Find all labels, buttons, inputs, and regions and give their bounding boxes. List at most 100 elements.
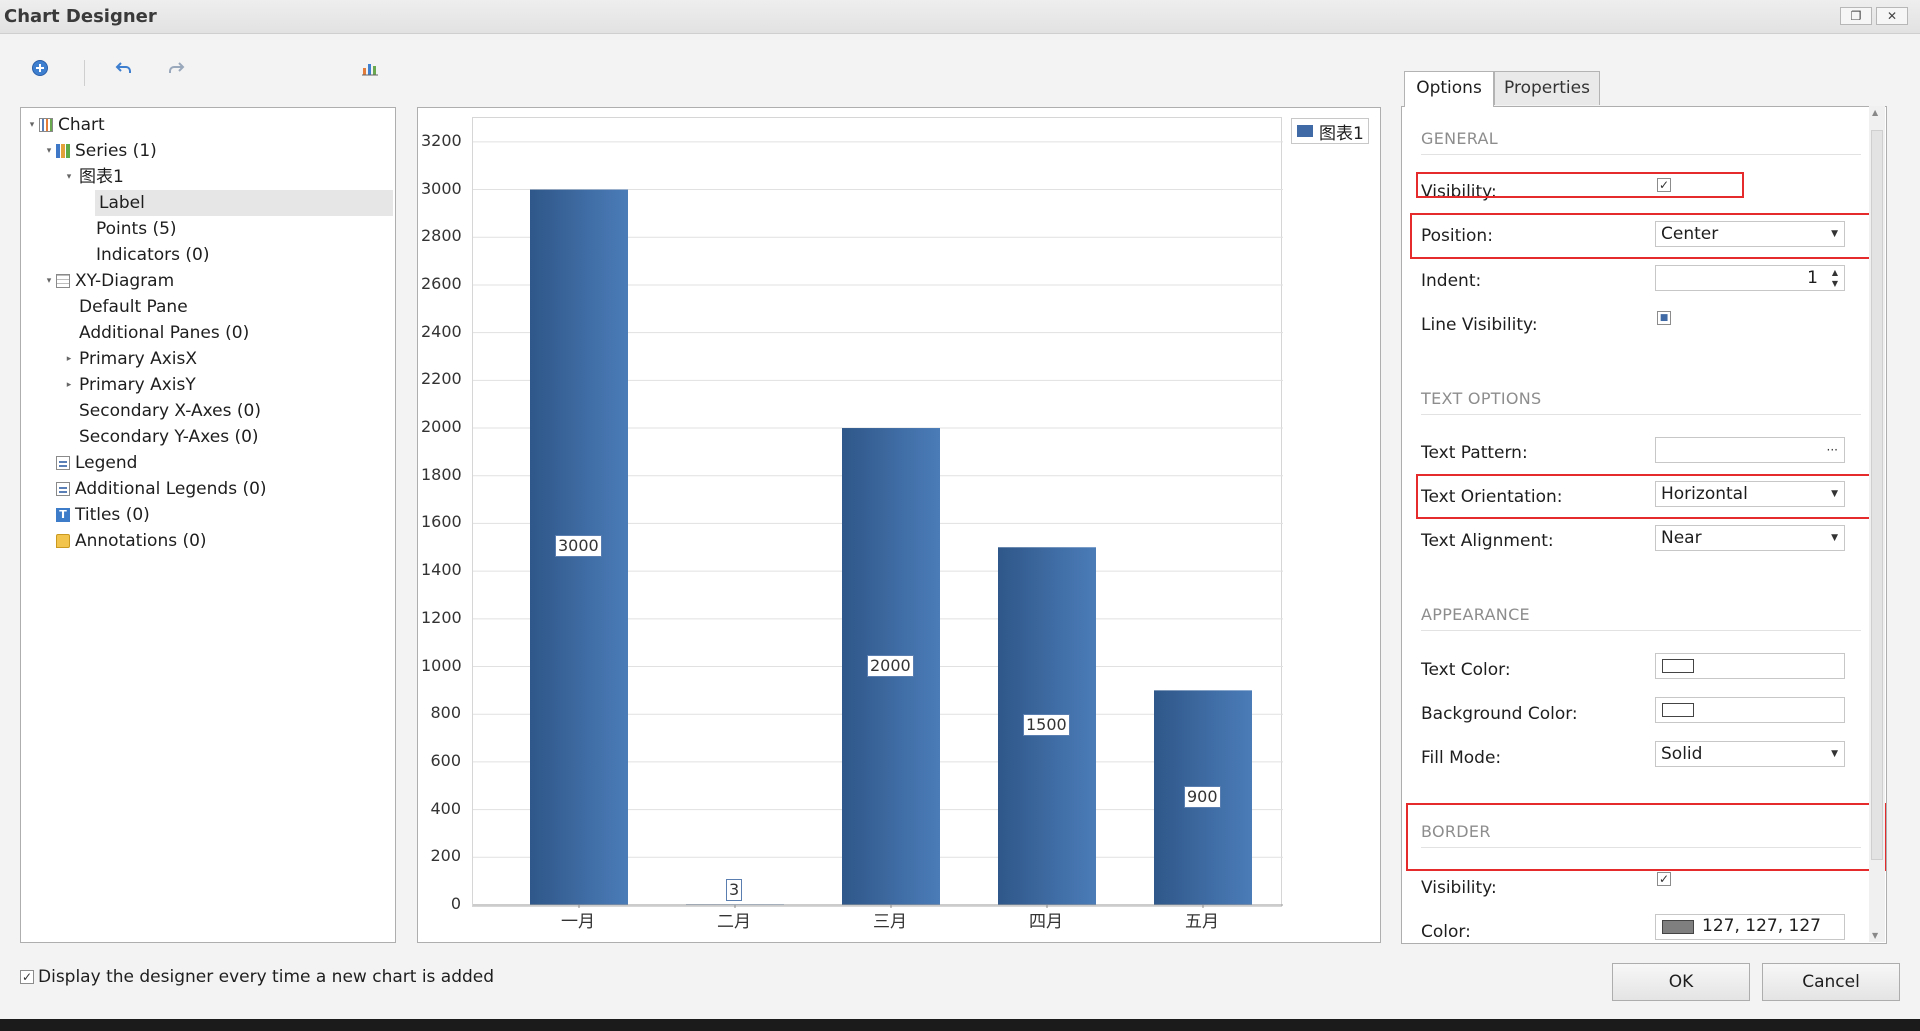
tree-node-label: Additional Panes (0) — [79, 323, 250, 343]
indent-label: Indent: — [1421, 271, 1482, 291]
scroll-up-icon[interactable]: ▲ — [1872, 108, 1878, 117]
tree-node[interactable]: ▸ Primary AxisY — [59, 372, 196, 398]
background-color-label: Background Color: — [1421, 704, 1578, 724]
scroll-thumb[interactable] — [1871, 130, 1883, 860]
indent-spinner[interactable]: 1 ▲ ▼ — [1655, 265, 1845, 291]
tree-node[interactable]: ▾ 图表1 — [59, 164, 124, 190]
expand-icon[interactable]: ▸ — [59, 346, 79, 372]
color-swatch — [1662, 659, 1694, 673]
legend-swatch — [1297, 125, 1313, 137]
section-divider — [1421, 630, 1861, 631]
tree-panel: ▾ Chart ▾ Series (1) ▾ 图表1 Label Points (5) Indi… — [20, 107, 396, 943]
undo-icon[interactable] — [114, 58, 134, 78]
legend-icon — [56, 482, 70, 496]
tree-node-label: Label — [99, 193, 145, 213]
tree-node-label: Secondary Y-Axes (0) — [79, 427, 259, 447]
show-designer-label: Display the designer every time a new ch… — [38, 967, 495, 987]
bar-value-label: 3 — [726, 879, 743, 901]
y-tick-label: 800 — [430, 703, 461, 723]
tree-node[interactable]: ▾ Series (1) — [42, 138, 157, 164]
ok-button[interactable]: OK — [1612, 963, 1750, 1001]
text-alignment-value: Near — [1661, 528, 1702, 548]
ellipsis-button[interactable]: ··· — [1827, 438, 1838, 462]
highlight-box — [1416, 474, 1880, 519]
tree-node[interactable]: Legend — [42, 450, 137, 476]
bar-value-label: 2000 — [867, 654, 914, 677]
y-tick-label: 400 — [430, 798, 461, 818]
x-tick-label: 五月 — [1185, 912, 1219, 932]
bar-value-label: 1500 — [1023, 714, 1070, 737]
highlight-box — [1416, 172, 1744, 198]
tree-node-label: Points (5) — [96, 219, 177, 239]
tree-node[interactable]: Indicators (0) — [76, 242, 209, 268]
fill-mode-combo[interactable]: Solid ▼ — [1655, 741, 1845, 767]
tree-node[interactable]: Points (5) — [76, 216, 177, 242]
chart-diagram[interactable] — [472, 117, 1283, 908]
chart-wizard-icon[interactable] — [360, 58, 380, 78]
tree-node[interactable]: T Titles (0) — [42, 502, 150, 528]
y-tick-label: 1000 — [421, 655, 462, 675]
text-pattern-field[interactable]: ··· — [1655, 437, 1845, 463]
expand-icon[interactable]: ▸ — [59, 372, 79, 398]
x-tick-label: 四月 — [1029, 912, 1063, 932]
show-designer-checkbox[interactable]: ✓ — [20, 970, 34, 984]
cancel-button[interactable]: Cancel — [1762, 963, 1900, 1001]
tab-options[interactable]: Options — [1404, 71, 1494, 107]
color-swatch — [1662, 703, 1694, 717]
x-tick-label: 一月 — [561, 912, 595, 932]
legend-label: 图表1 — [1319, 123, 1364, 144]
tree-node[interactable]: ▾ XY-Diagram — [42, 268, 174, 294]
y-tick-label: 2400 — [421, 321, 462, 341]
border-color-picker[interactable]: 127, 127, 127 — [1655, 914, 1845, 940]
chart-legend[interactable]: 图表1 — [1291, 118, 1369, 144]
y-tick-label: 2000 — [421, 417, 462, 437]
close-button[interactable]: ✕ — [1876, 7, 1908, 25]
y-tick-label: 1400 — [421, 560, 462, 580]
tree-node-label: Primary AxisX — [79, 349, 198, 369]
chart-icon — [39, 118, 53, 132]
collapse-icon[interactable]: ▾ — [59, 164, 79, 190]
tree-node-label: Annotations (0) — [75, 531, 207, 551]
tree-node[interactable]: Secondary Y-Axes (0) — [59, 424, 259, 450]
y-tick-label: 1800 — [421, 464, 462, 484]
y-tick-label: 600 — [430, 750, 461, 770]
x-tick-label: 二月 — [717, 912, 751, 932]
collapse-icon[interactable]: ▾ — [42, 268, 56, 294]
collapse-icon[interactable]: ▾ — [25, 112, 39, 138]
x-tick-label: 三月 — [873, 912, 907, 932]
border-visibility-checkbox[interactable]: ✓ — [1657, 872, 1671, 886]
tree-node[interactable]: Secondary X-Axes (0) — [59, 398, 261, 424]
line-visibility-checkbox[interactable]: ■ — [1657, 311, 1671, 325]
background-color-picker[interactable] — [1655, 697, 1845, 723]
collapse-icon[interactable]: ▾ — [42, 138, 56, 164]
chevron-down-icon: ▼ — [1831, 533, 1838, 543]
restore-button[interactable]: ❐ — [1840, 7, 1872, 25]
section-appearance: APPEARANCE — [1421, 605, 1530, 624]
redo-icon[interactable] — [166, 58, 186, 78]
tree-node-label: XY-Diagram — [75, 271, 175, 291]
tree-node[interactable]: Additional Panes (0) — [59, 320, 249, 346]
fill-mode-label: Fill Mode: — [1421, 748, 1502, 768]
add-icon[interactable] — [30, 58, 50, 78]
toolbar-separator — [84, 60, 85, 86]
section-text-options: TEXT OPTIONS — [1421, 389, 1542, 408]
options-scrollbar[interactable]: ▲ ▼ — [1869, 106, 1885, 942]
spin-arrows-icon[interactable]: ▲ ▼ — [1832, 267, 1838, 289]
tree-node[interactable]: ▾ Chart — [25, 112, 105, 138]
text-alignment-combo[interactable]: Near ▼ — [1655, 525, 1845, 551]
tree-node[interactable]: Annotations (0) — [42, 528, 207, 554]
indent-value: 1 — [1807, 268, 1818, 288]
tree-node[interactable]: ▸ Primary AxisX — [59, 346, 197, 372]
tree-node[interactable]: Additional Legends (0) — [42, 476, 267, 502]
scroll-down-icon[interactable]: ▼ — [1872, 931, 1878, 940]
tree-node[interactable]: Default Pane — [59, 294, 188, 320]
y-tick-label: 2800 — [421, 226, 462, 246]
tab-properties[interactable]: Properties — [1494, 71, 1600, 105]
tree-node[interactable]: Label — [95, 190, 393, 216]
show-designer-option[interactable]: ✓ Display the designer every time a new … — [20, 967, 494, 987]
text-color-picker[interactable] — [1655, 653, 1845, 679]
tree-node-label: Primary AxisY — [79, 375, 196, 395]
tree-node-label: Additional Legends (0) — [75, 479, 267, 499]
bar-value-label: 900 — [1184, 785, 1221, 808]
y-tick-label: 3200 — [421, 130, 462, 150]
